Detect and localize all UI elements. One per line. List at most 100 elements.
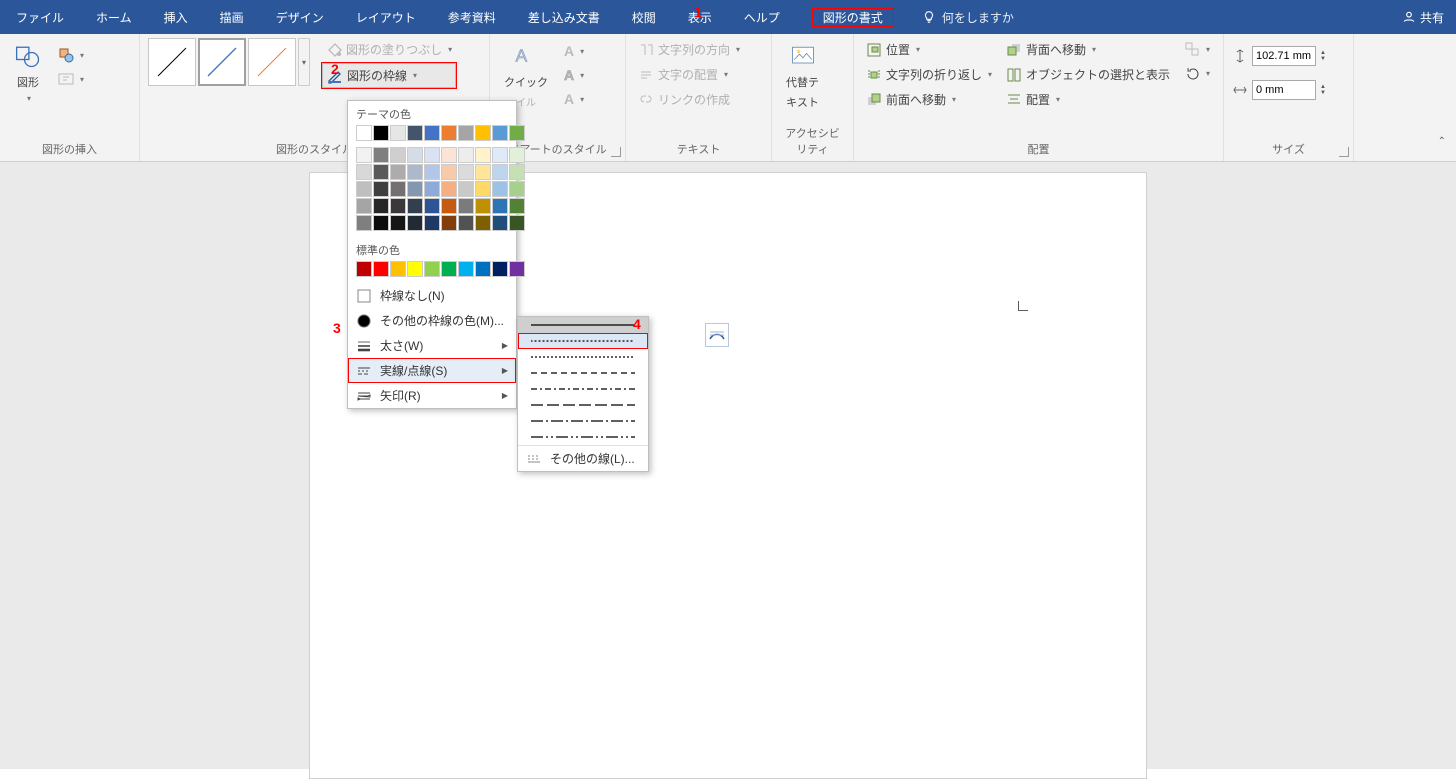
color-swatch[interactable] (475, 164, 491, 180)
color-swatch[interactable] (492, 164, 508, 180)
color-swatch[interactable] (390, 215, 406, 231)
color-swatch[interactable] (441, 125, 457, 141)
style-gallery-more[interactable]: ▾ (298, 38, 310, 86)
color-swatch[interactable] (356, 125, 372, 141)
color-swatch[interactable] (373, 125, 389, 141)
color-swatch[interactable] (475, 181, 491, 197)
color-swatch[interactable] (424, 261, 440, 277)
send-backward-button[interactable]: 背面へ移動▾ (1002, 38, 1174, 61)
text-outline-button[interactable]: A▾ (560, 64, 588, 86)
color-swatch[interactable] (373, 147, 389, 163)
color-swatch[interactable] (492, 215, 508, 231)
color-swatch[interactable] (441, 147, 457, 163)
style-thumb-2[interactable] (198, 38, 246, 86)
color-swatch[interactable] (390, 181, 406, 197)
height-input[interactable] (1252, 46, 1316, 66)
position-button[interactable]: 位置▾ (862, 38, 996, 61)
text-fill-button[interactable]: A▾ (560, 40, 588, 62)
wrap-text-button[interactable]: 文字列の折り返し▾ (862, 63, 996, 86)
color-swatch[interactable] (373, 261, 389, 277)
weight-item[interactable]: 太さ(W)▶ (348, 333, 516, 358)
collapse-ribbon-icon[interactable]: ⌃ (1438, 136, 1446, 147)
create-link-button[interactable]: リンクの作成 (634, 88, 744, 111)
color-swatch[interactable] (492, 181, 508, 197)
color-swatch[interactable] (458, 147, 474, 163)
shape-fill-button[interactable]: 図形の塗りつぶし▾ (322, 38, 456, 61)
dash-option-solid[interactable] (518, 317, 648, 333)
color-swatch[interactable] (356, 198, 372, 214)
color-swatch[interactable] (509, 181, 525, 197)
color-swatch[interactable] (475, 125, 491, 141)
color-swatch[interactable] (441, 198, 457, 214)
color-swatch[interactable] (509, 164, 525, 180)
dash-option-dash[interactable] (518, 365, 648, 381)
bring-forward-button[interactable]: 前面へ移動▾ (862, 88, 996, 111)
color-swatch[interactable] (458, 164, 474, 180)
dialog-launcher-icon[interactable] (1339, 147, 1349, 157)
dash-option-round-dot[interactable] (518, 333, 648, 349)
tab-help[interactable]: ヘルプ (728, 0, 796, 34)
spinner[interactable]: ▲▼ (1320, 50, 1326, 62)
color-swatch[interactable] (475, 261, 491, 277)
color-swatch[interactable] (492, 147, 508, 163)
color-swatch[interactable] (424, 198, 440, 214)
color-swatch[interactable] (441, 215, 457, 231)
text-effects-button[interactable]: A▾ (560, 88, 588, 110)
color-swatch[interactable] (356, 261, 372, 277)
color-swatch[interactable] (373, 198, 389, 214)
dash-option-long-dash-dot[interactable] (518, 413, 648, 429)
no-outline-item[interactable]: 枠線なし(N) (348, 283, 516, 308)
rotate-button[interactable]: ▾ (1180, 62, 1214, 84)
tab-draw[interactable]: 描画 (204, 0, 260, 34)
color-swatch[interactable] (356, 181, 372, 197)
color-swatch[interactable] (475, 198, 491, 214)
color-swatch[interactable] (390, 125, 406, 141)
tell-me[interactable]: 何をしますか (922, 0, 1014, 34)
tab-mailings[interactable]: 差し込み文書 (512, 0, 616, 34)
color-swatch[interactable] (492, 125, 508, 141)
color-swatch[interactable] (492, 261, 508, 277)
color-swatch[interactable] (424, 147, 440, 163)
align-text-button[interactable]: 文字の配置▾ (634, 63, 744, 86)
shapes-button[interactable]: 図形 ▾ (8, 38, 48, 107)
color-swatch[interactable] (509, 125, 525, 141)
color-swatch[interactable] (407, 147, 423, 163)
color-swatch[interactable] (424, 164, 440, 180)
more-outline-colors-item[interactable]: その他の枠線の色(M)... (348, 308, 516, 333)
color-swatch[interactable] (407, 164, 423, 180)
color-swatch[interactable] (509, 261, 525, 277)
color-swatch[interactable] (458, 125, 474, 141)
color-swatch[interactable] (509, 198, 525, 214)
color-swatch[interactable] (390, 198, 406, 214)
color-swatch[interactable] (356, 164, 372, 180)
dash-option-long-dash-dot-dot[interactable] (518, 429, 648, 445)
selection-pane-button[interactable]: オブジェクトの選択と表示 (1002, 63, 1174, 86)
tab-review[interactable]: 校閲 (616, 0, 672, 34)
color-swatch[interactable] (424, 125, 440, 141)
color-swatch[interactable] (373, 215, 389, 231)
color-swatch[interactable] (373, 164, 389, 180)
share-button[interactable]: 共有 (1402, 0, 1444, 34)
dash-option-square-dot[interactable] (518, 349, 648, 365)
color-swatch[interactable] (407, 215, 423, 231)
color-swatch[interactable] (509, 147, 525, 163)
edit-shape-button[interactable]: ▾ (54, 44, 88, 66)
height-field[interactable]: ▲▼ (1232, 46, 1326, 66)
color-swatch[interactable] (356, 215, 372, 231)
tab-shape-format[interactable]: 図形の書式 (796, 0, 910, 34)
width-field[interactable]: ▲▼ (1232, 80, 1326, 100)
style-thumb-1[interactable] (148, 38, 196, 86)
tab-layout[interactable]: レイアウト (340, 0, 432, 34)
tab-insert[interactable]: 挿入 (148, 0, 204, 34)
spinner[interactable]: ▲▼ (1320, 84, 1326, 96)
tab-design[interactable]: デザイン (260, 0, 340, 34)
color-swatch[interactable] (441, 181, 457, 197)
color-swatch[interactable] (407, 261, 423, 277)
width-input[interactable] (1252, 80, 1316, 100)
color-swatch[interactable] (407, 181, 423, 197)
color-swatch[interactable] (424, 215, 440, 231)
color-swatch[interactable] (390, 164, 406, 180)
color-swatch[interactable] (373, 181, 389, 197)
more-lines-item[interactable]: その他の線(L)... (518, 445, 648, 471)
dash-option-dash-dot[interactable] (518, 381, 648, 397)
